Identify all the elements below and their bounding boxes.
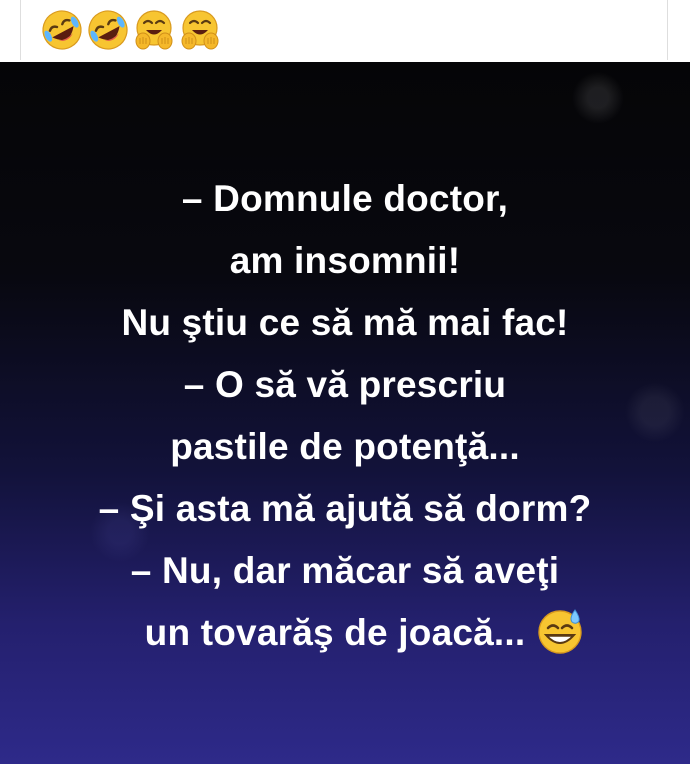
bottom-edge — [0, 764, 690, 766]
open-hands-emoji-icon — [181, 10, 219, 50]
meme-line: pastile de potenţă... — [170, 426, 520, 467]
rolling-laughing-emoji-icon — [88, 10, 128, 50]
post-caption — [0, 0, 690, 60]
meme-text-block: – Domnule doctor, am insomnii! Nu ştiu c… — [0, 168, 690, 664]
grinning-sweat-emoji-icon — [538, 609, 583, 654]
meme-line-last: un tovarăş de joacă... — [0, 602, 690, 664]
meme-line: Nu ştiu ce să mă mai fac! — [121, 302, 569, 343]
meme-line: – Domnule doctor, — [181, 178, 509, 219]
meme-line: – Şi asta mă ajută să dorm? — [98, 488, 592, 529]
caption-emoji-row — [40, 8, 222, 52]
meme-image[interactable]: – Domnule doctor, am insomnii! Nu ştiu c… — [0, 62, 690, 766]
meme-line: un tovarăş de joacă... — [144, 612, 526, 653]
meme-line: am insomnii! — [229, 240, 461, 281]
rolling-laughing-emoji-icon — [42, 10, 82, 50]
open-hands-emoji-icon — [135, 10, 173, 50]
meme-line: – O să vă prescriu — [183, 364, 507, 405]
meme-line: – Nu, dar măcar să aveţi — [130, 550, 560, 591]
